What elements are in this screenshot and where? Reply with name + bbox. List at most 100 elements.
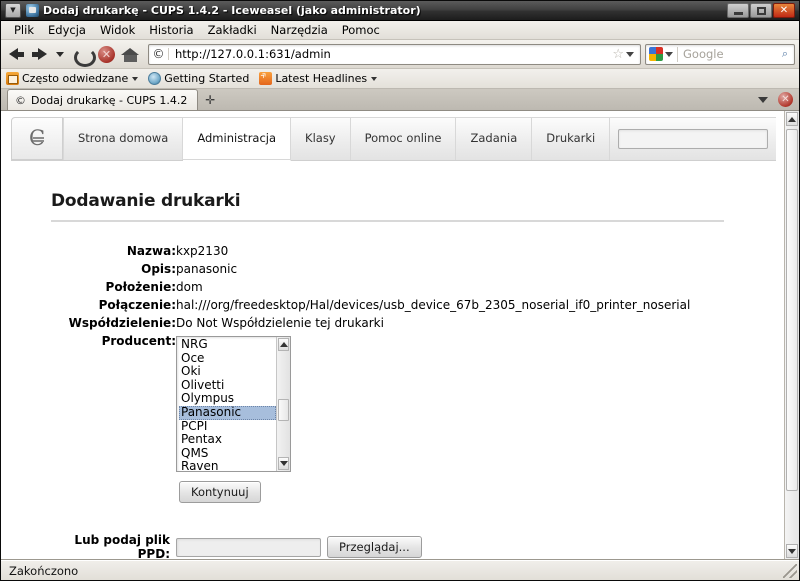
close-button[interactable]: ✕	[773, 3, 795, 18]
field-label-producent: Producent:	[101, 334, 176, 348]
bookmark-latest-headlines[interactable]: Latest Headlines	[259, 72, 378, 85]
menu-widok[interactable]: Widok	[93, 22, 142, 38]
cups-tab-strona-domowa[interactable]: Strona domowa	[63, 117, 184, 160]
minimize-icon	[733, 12, 743, 15]
list-item[interactable]: QMS	[179, 446, 276, 461]
chevron-down-icon	[371, 76, 378, 81]
navigation-toolbar: ✕ © http://127.0.0.1:631/admin ☆ Google …	[1, 40, 799, 69]
manufacturer-listbox[interactable]: NRG Oce Oki Olivetti Olympus Panasonic P…	[176, 336, 291, 472]
bookmark-getting-started[interactable]: Getting Started	[148, 72, 249, 85]
google-icon	[649, 47, 663, 61]
new-tab-button[interactable]: ✛	[198, 93, 222, 107]
browser-window: ▼ Dodaj drukarkę - CUPS 1.4.2 - Icewease…	[0, 0, 800, 581]
page-scroll-thumb[interactable]	[786, 129, 798, 491]
list-item[interactable]: Olivetti	[179, 378, 276, 393]
maximize-button[interactable]	[750, 3, 772, 18]
minimize-button[interactable]	[727, 3, 749, 18]
forward-button[interactable]	[28, 42, 50, 66]
menu-historia[interactable]: Historia	[142, 22, 200, 38]
field-label-nazwa: Nazwa:	[126, 244, 176, 258]
ppd-file-row: Lub podaj plik PPD: Przeglądaj...	[51, 533, 784, 559]
page-scroll-down-button[interactable]	[786, 544, 798, 558]
tab-favicon-icon: ©	[15, 93, 26, 107]
reload-icon[interactable]	[73, 45, 96, 67]
list-item[interactable]: NRG	[179, 337, 276, 352]
search-bar[interactable]: Google ⌕	[645, 43, 795, 65]
table-row: Opis: panasonic	[51, 260, 690, 278]
chevron-down-icon[interactable]	[56, 51, 64, 57]
bookmark-label: Często odwiedzane	[22, 72, 129, 85]
listbox-scroll-thumb[interactable]	[278, 398, 289, 421]
list-item[interactable]: Raven	[179, 460, 276, 471]
list-item[interactable]: Pentax	[179, 433, 276, 447]
bookmark-czesto-odwiedzane[interactable]: Często odwiedzane	[6, 72, 139, 85]
triangle-up-icon	[788, 116, 796, 122]
stop-icon[interactable]: ✕	[98, 45, 115, 63]
scroll-up-button[interactable]	[278, 338, 289, 351]
folder-icon	[6, 72, 19, 85]
url-input[interactable]: http://127.0.0.1:631/admin	[169, 47, 612, 61]
menu-bar: Plik Edycja Widok Historia Zakładki Narz…	[1, 21, 799, 40]
window-titlebar: ▼ Dodaj drukarkę - CUPS 1.4.2 - Icewease…	[1, 1, 799, 21]
page-scrollbar[interactable]	[784, 111, 799, 559]
page-scroll-up-button[interactable]	[786, 112, 798, 126]
menu-edycja[interactable]: Edycja	[41, 22, 93, 38]
listbox-scroll-track[interactable]	[277, 352, 290, 456]
page-viewport: C Strona domowa Administracja Klasy Pomo…	[1, 111, 799, 560]
ppd-file-input[interactable]	[176, 537, 321, 557]
listbox-scrollbar[interactable]	[276, 337, 290, 471]
list-item[interactable]: Olympus	[179, 392, 276, 406]
home-icon[interactable]	[121, 46, 140, 63]
menu-plik[interactable]: Plik	[7, 22, 41, 38]
chevron-down-icon	[132, 76, 139, 81]
cups-search-wrapper	[610, 117, 776, 160]
table-row: Współdzielenie: Do Not Współdzielenie te…	[51, 314, 690, 332]
field-label-polaczenie: Połączenie:	[98, 298, 176, 312]
field-value-polaczenie: hal:///org/freedesktop/Hal/devices/usb_d…	[176, 298, 691, 312]
cups-tab-administracja[interactable]: Administracja	[183, 117, 292, 161]
list-item-selected[interactable]: Panasonic	[179, 405, 276, 420]
cups-tab-zadania[interactable]: Zadania	[456, 117, 533, 160]
field-value-wspoldzielenie: Do Not Współdzielenie tej drukarki	[176, 316, 384, 330]
bookmarks-toolbar: Często odwiedzane Getting Started Latest…	[1, 69, 799, 89]
bookmark-label: Latest Headlines	[275, 72, 368, 85]
browser-tab-cups[interactable]: © Dodaj drukarkę - CUPS 1.4.2	[7, 89, 199, 110]
forward-arrow-icon	[37, 48, 47, 60]
list-item[interactable]: Oki	[179, 365, 276, 379]
table-row: Nazwa: kxp2130	[51, 242, 690, 260]
page-scroll-track[interactable]	[785, 127, 799, 543]
iceweasel-app-icon	[26, 4, 39, 17]
cups-logo-letter: C	[28, 126, 46, 150]
table-row: Połączenie: hal:///org/freedesktop/Hal/d…	[51, 296, 691, 314]
url-bar[interactable]: © http://127.0.0.1:631/admin ☆	[148, 43, 641, 65]
cups-tab-klasy[interactable]: Klasy	[291, 117, 351, 160]
cups-page: C Strona domowa Administracja Klasy Pomo…	[1, 111, 784, 559]
title-divider	[51, 220, 724, 222]
close-tab-icon[interactable]: ✕	[778, 92, 793, 107]
bookmark-star-icon[interactable]: ☆	[612, 47, 624, 62]
cups-tab-drukarki[interactable]: Drukarki	[532, 117, 611, 160]
url-dropdown-icon[interactable]	[626, 51, 634, 57]
cups-logo-icon[interactable]: C	[11, 117, 63, 160]
search-input[interactable]: Google	[678, 47, 776, 61]
search-engine-dropdown-icon[interactable]	[665, 51, 673, 57]
browse-button[interactable]: Przeglądaj...	[327, 536, 422, 558]
window-controls: ✕	[727, 3, 797, 18]
continue-button[interactable]: Kontynuuj	[179, 481, 261, 503]
resize-grip[interactable]	[783, 563, 797, 578]
menu-zakladki[interactable]: Zakładki	[201, 22, 264, 38]
cups-tab-pomoc-online[interactable]: Pomoc online	[350, 117, 457, 160]
field-value-producent: NRG Oce Oki Olivetti Olympus Panasonic P…	[176, 332, 690, 474]
tab-list-icon[interactable]	[758, 96, 768, 103]
menu-narzedzia[interactable]: Narzędzia	[264, 22, 335, 38]
list-item[interactable]: Oce	[179, 351, 276, 366]
back-button[interactable]	[5, 42, 27, 66]
search-icon[interactable]: ⌕	[776, 47, 794, 61]
window-menu-button[interactable]: ▼	[5, 3, 21, 18]
list-item[interactable]: PCPI	[179, 419, 276, 434]
cups-search-input[interactable]	[618, 129, 768, 149]
field-label-wspoldzielenie: Współdzielenie:	[68, 316, 176, 330]
field-label-opis: Opis:	[141, 262, 176, 276]
scroll-down-button[interactable]	[278, 457, 289, 470]
menu-pomoc[interactable]: Pomoc	[335, 22, 387, 38]
